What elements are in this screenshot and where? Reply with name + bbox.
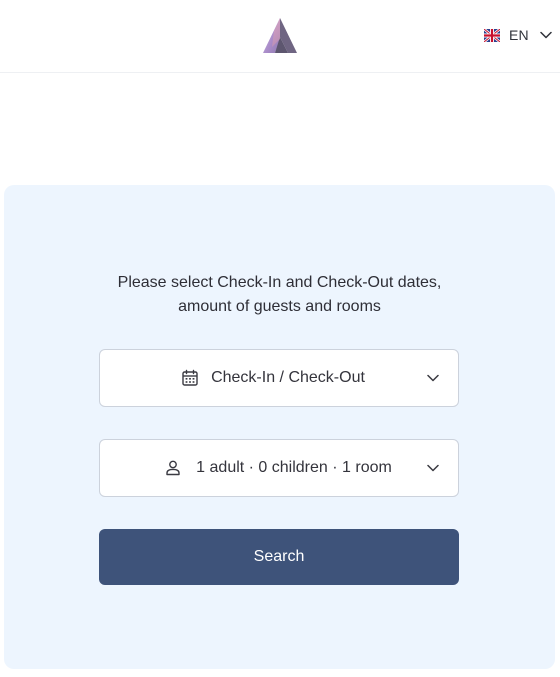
calendar-icon bbox=[182, 369, 198, 386]
language-code: EN bbox=[509, 27, 529, 43]
guests-rooms-label: 1 adult · 0 children · 1 room bbox=[196, 459, 392, 476]
chevron-down-icon bbox=[540, 31, 552, 39]
date-range-label: Check-In / Check-Out bbox=[211, 369, 365, 386]
search-button[interactable]: Search bbox=[99, 529, 459, 585]
booking-instructions: Please select Check-In and Check-Out dat… bbox=[4, 271, 555, 319]
instructions-line-1: Please select Check-In and Check-Out dat… bbox=[117, 274, 442, 291]
language-selector[interactable]: EN bbox=[484, 26, 552, 44]
person-icon bbox=[166, 460, 180, 476]
booking-panel: Please select Check-In and Check-Out dat… bbox=[4, 185, 555, 669]
chevron-down-icon bbox=[427, 464, 439, 472]
chevron-down-icon bbox=[427, 374, 439, 382]
mountain-logo-icon[interactable] bbox=[262, 17, 298, 55]
uk-flag-icon bbox=[484, 28, 500, 42]
site-header: EN bbox=[0, 0, 560, 73]
date-range-picker[interactable]: Check-In / Check-Out bbox=[99, 349, 459, 407]
instructions-line-2: amount of guests and rooms bbox=[178, 298, 381, 315]
guests-rooms-picker[interactable]: 1 adult · 0 children · 1 room bbox=[99, 439, 459, 497]
